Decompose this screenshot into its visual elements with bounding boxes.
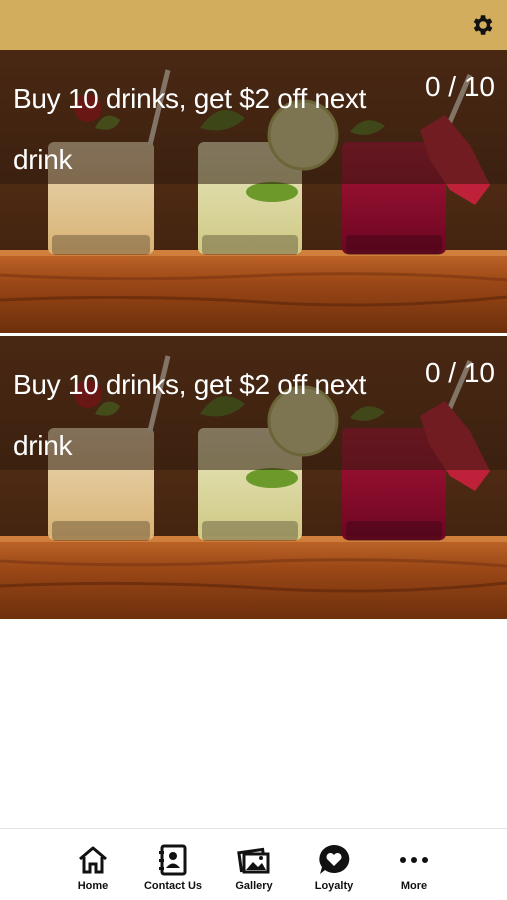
more-dots-icon	[400, 857, 428, 863]
bottom-tab-bar: Home Contact Us Gallery Loyalty More	[0, 828, 507, 900]
gear-icon	[473, 15, 493, 35]
tab-gallery[interactable]: Gallery	[214, 843, 294, 892]
tab-label: Contact Us	[143, 880, 203, 892]
tab-contact-us[interactable]: Contact Us	[133, 843, 213, 892]
heart-bubble-icon	[319, 844, 350, 874]
reward-title: Buy 10 drinks, get $2 off next drink	[13, 83, 367, 175]
loyalty-card[interactable]: Buy 10 drinks, get $2 off next drink 0 /…	[0, 50, 507, 333]
tab-more[interactable]: More	[374, 843, 454, 892]
tab-label: More	[400, 880, 428, 892]
tab-loyalty[interactable]: Loyalty	[294, 843, 374, 892]
loyalty-card[interactable]: Buy 10 drinks, get $2 off next drink 0 /…	[0, 336, 507, 619]
home-icon	[79, 846, 107, 874]
gallery-icon	[237, 847, 270, 874]
reward-title: Buy 10 drinks, get $2 off next drink	[13, 369, 367, 461]
tab-home[interactable]: Home	[53, 843, 133, 892]
header-bar	[0, 0, 507, 50]
tab-label: Loyalty	[314, 880, 354, 892]
reward-progress: 0 / 10	[424, 357, 495, 388]
settings-button[interactable]	[469, 12, 495, 38]
reward-progress: 0 / 10	[424, 71, 495, 102]
tab-label: Home	[77, 880, 109, 892]
contact-card-icon	[159, 844, 187, 876]
tab-label: Gallery	[235, 880, 273, 892]
